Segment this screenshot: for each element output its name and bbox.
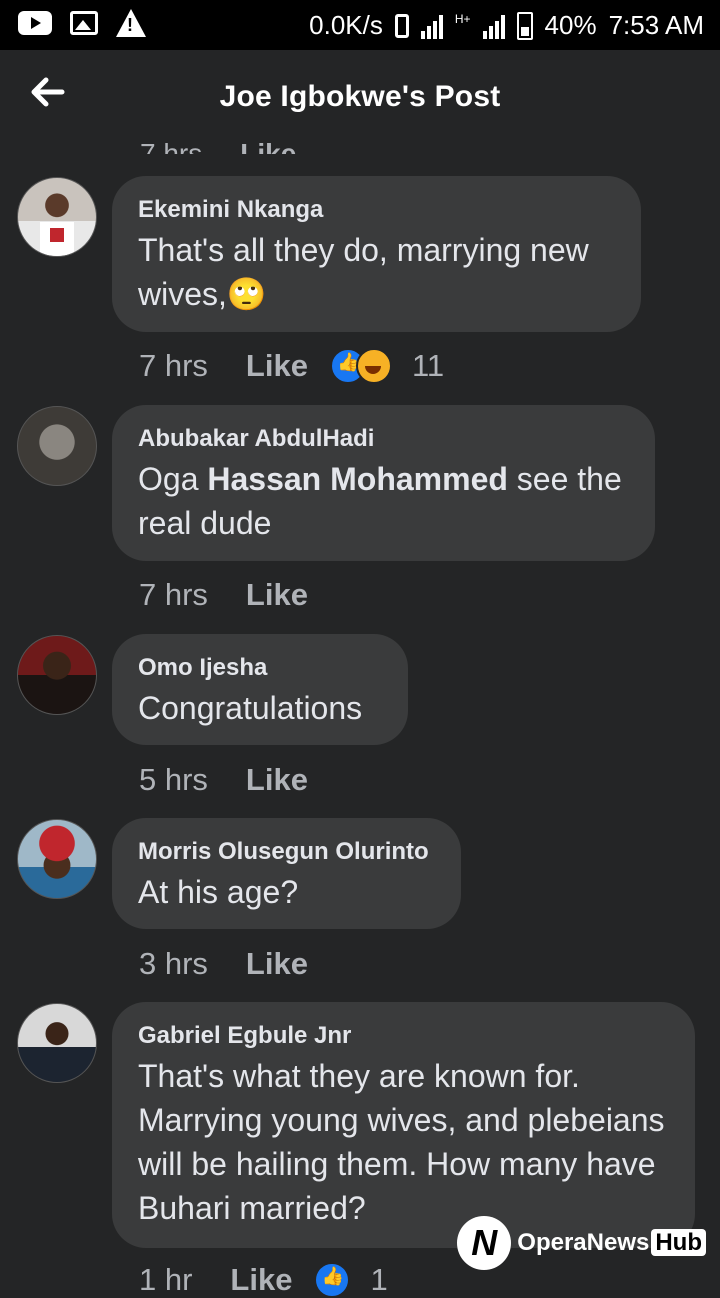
warning-icon — [116, 9, 146, 37]
network-type: H+ — [454, 11, 471, 26]
image-icon — [70, 11, 98, 35]
like-button[interactable]: Like — [246, 762, 308, 798]
reaction-count: 11 — [411, 348, 445, 383]
watermark-hub: Hub — [651, 1229, 706, 1256]
like-button[interactable]: Like — [246, 348, 308, 384]
comment-text: Congratulations — [138, 690, 363, 726]
comment-time: 7 hrs — [140, 138, 203, 154]
watermark-text: OperaNews Hub — [517, 1229, 706, 1257]
page-title: Joe Igbokwe's Post — [219, 80, 501, 113]
comment-bubble[interactable]: Abubakar AbdulHadi Oga Hassan Mohammed s… — [112, 405, 655, 561]
comment-meta: 3 hrs Like — [139, 946, 308, 982]
avatar[interactable] — [17, 1003, 97, 1083]
clock: 7:53 AM — [608, 10, 704, 40]
comment-meta: 1 hr Like 1 — [139, 1262, 388, 1298]
header: Joe Igbokwe's Post — [0, 50, 720, 145]
status-bar: 0.0K/s H+ 40% 7:53 AM — [0, 0, 720, 50]
operanews-logo-icon: N — [457, 1216, 512, 1270]
comment-bubble[interactable]: Omo Ijesha Congratulations — [112, 634, 408, 745]
comment-author[interactable]: Ekemini Nkanga — [138, 196, 615, 224]
like-button[interactable]: Like — [240, 138, 296, 154]
comment-text: That's what they are known for. Marrying… — [138, 1058, 665, 1226]
comment-text: At his age? — [138, 874, 299, 910]
watermark-brand: OperaNews — [517, 1229, 650, 1256]
comment-author[interactable]: Morris Olusegun Olurinto — [138, 838, 435, 866]
comment-time: 7 hrs — [139, 348, 208, 383]
avatar[interactable] — [17, 177, 97, 257]
comment-author[interactable]: Abubakar AbdulHadi — [138, 425, 629, 453]
youtube-icon — [18, 11, 52, 35]
comment-author[interactable]: Omo Ijesha — [138, 654, 382, 682]
comment-time: 7 hrs — [139, 577, 208, 612]
comment-bubble[interactable]: Gabriel Egbule Jnr That's what they are … — [112, 1002, 695, 1248]
battery-icon — [516, 11, 533, 40]
comment-time: 1 hr — [139, 1262, 193, 1297]
comment-text: That's all they do, marrying new wives,🙄 — [138, 232, 589, 312]
like-button[interactable]: Like — [230, 1262, 292, 1298]
previous-comment-meta: 7 hrs Like — [140, 138, 296, 154]
comment-meta: 7 hrs Like — [139, 577, 308, 613]
comment-author[interactable]: Gabriel Egbule Jnr — [138, 1022, 669, 1050]
signal-icon — [420, 13, 443, 39]
haha-reaction-icon — [355, 348, 392, 384]
comment-time: 3 hrs — [139, 946, 208, 981]
comment-meta: 5 hrs Like — [139, 762, 308, 798]
reactions[interactable]: 1 — [314, 1262, 388, 1298]
avatar[interactable] — [17, 635, 97, 715]
avatar[interactable] — [17, 406, 97, 486]
comment-text: Oga Hassan Mohammed see the real dude — [138, 457, 629, 545]
like-reaction-icon — [314, 1262, 351, 1298]
network-speed: 0.0K/s — [309, 10, 383, 40]
comment-text-start: Oga — [138, 461, 208, 497]
comment-bubble[interactable]: Morris Olusegun Olurinto At his age? — [112, 818, 461, 929]
mention-link[interactable]: Hassan Mohammed — [207, 461, 508, 497]
like-button[interactable]: Like — [246, 946, 308, 982]
signal-icon-2 — [482, 13, 505, 39]
battery-level: 40% — [544, 10, 597, 40]
vibrate-icon — [394, 13, 409, 38]
reaction-count: 1 — [370, 1262, 388, 1297]
like-button[interactable]: Like — [246, 577, 308, 613]
comment-time: 5 hrs — [139, 762, 208, 797]
comment-bubble[interactable]: Ekemini Nkanga That's all they do, marry… — [112, 176, 641, 332]
comment-meta: 7 hrs Like 11 — [139, 348, 444, 384]
avatar[interactable] — [17, 819, 97, 899]
reactions[interactable]: 11 — [329, 348, 445, 384]
operanews-watermark: N OperaNews Hub — [457, 1216, 706, 1270]
